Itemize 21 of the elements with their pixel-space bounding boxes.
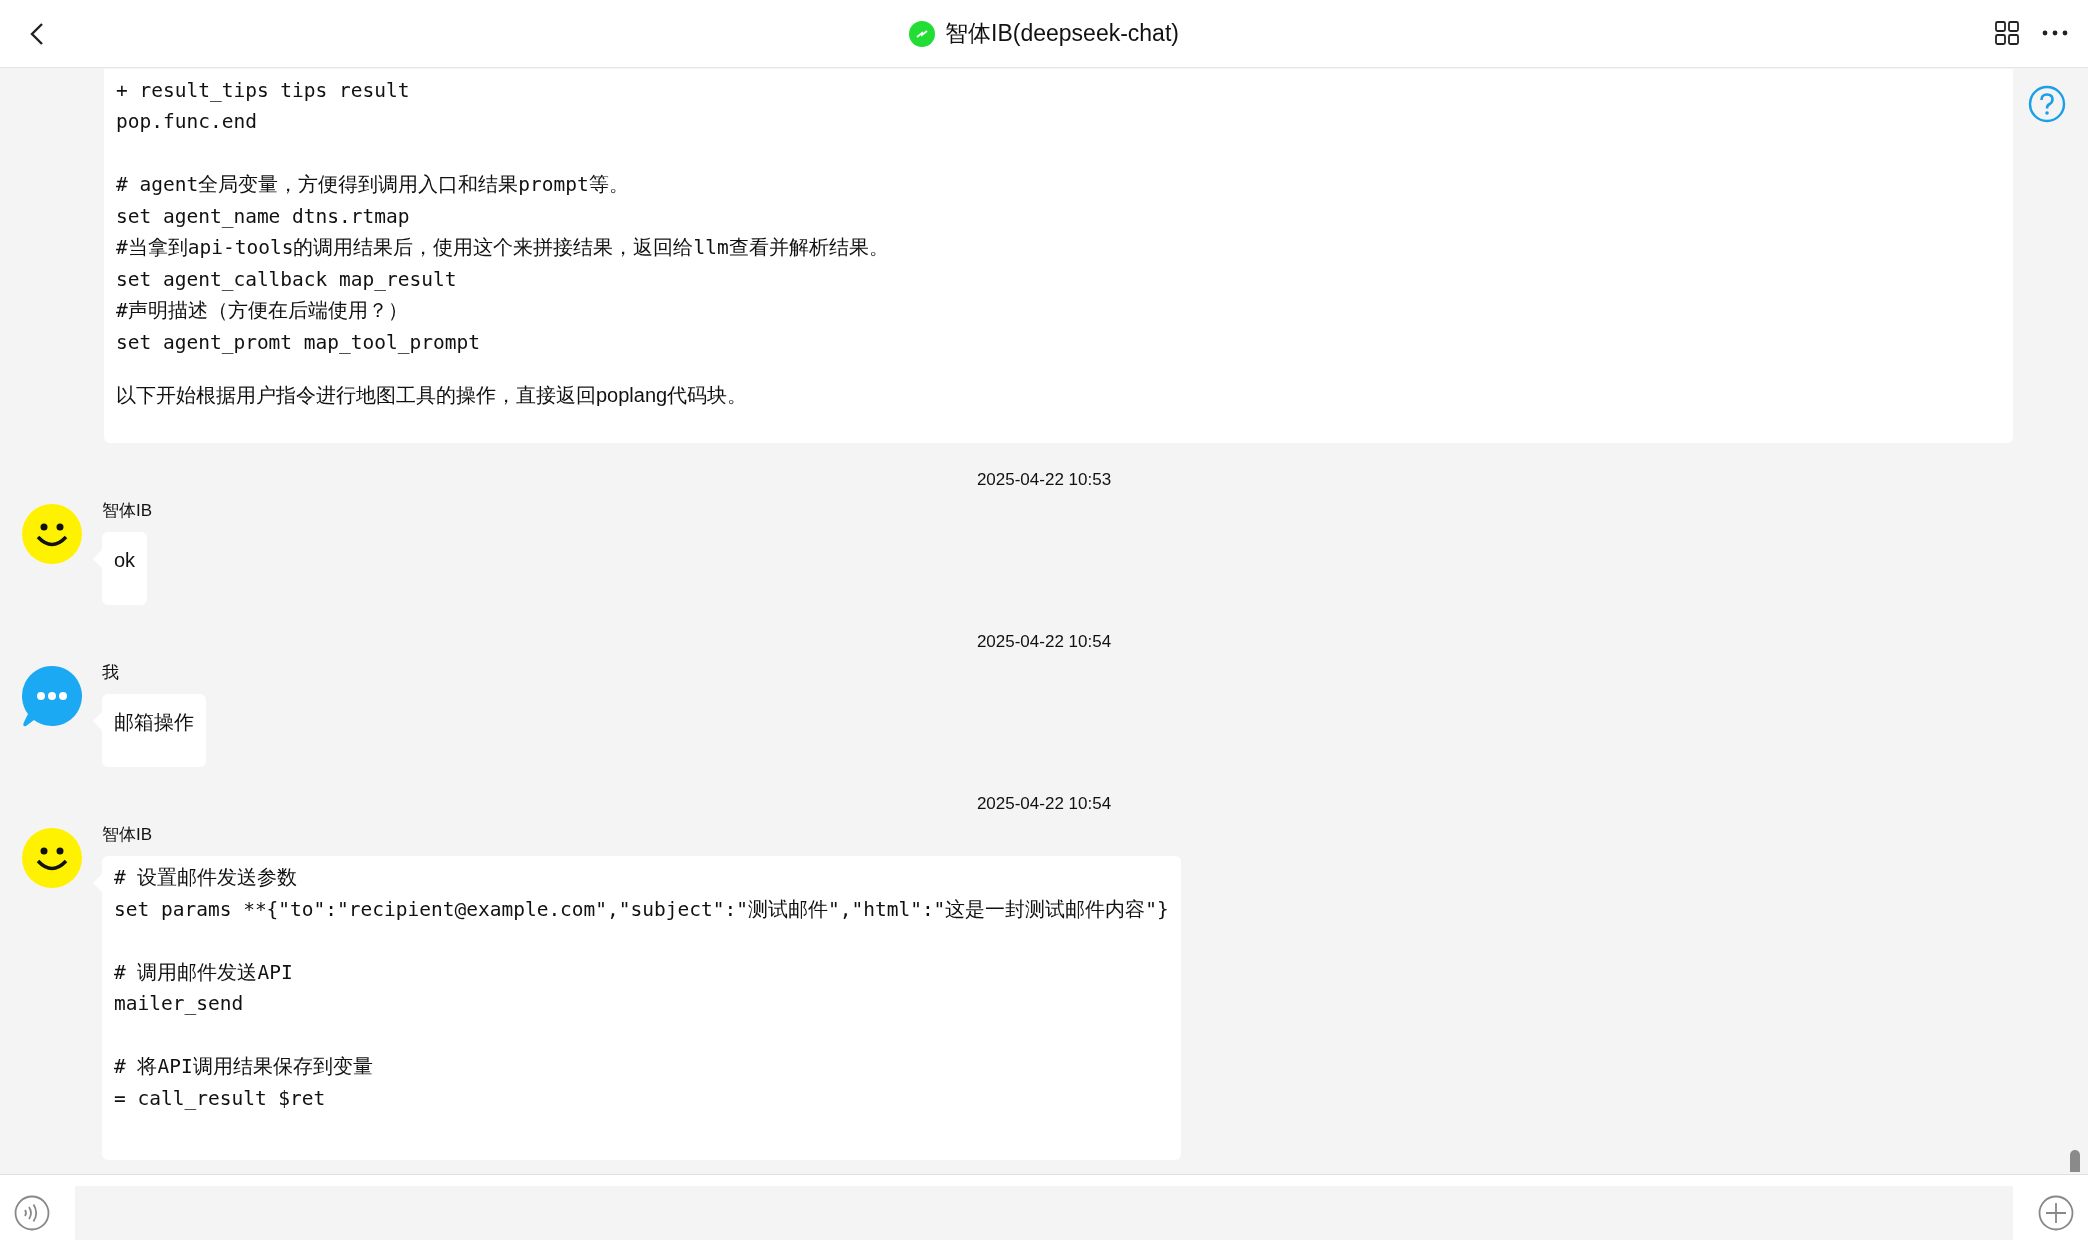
smiley-avatar-icon bbox=[22, 828, 82, 888]
help-icon[interactable] bbox=[2028, 85, 2066, 123]
sender-name: 智体IB bbox=[102, 824, 153, 846]
message-text: 以下开始根据用户指令进行地图工具的操作，直接返回poplang代码块。 bbox=[116, 383, 749, 408]
scrollbar-thumb[interactable] bbox=[2070, 1150, 2080, 1172]
more-icon[interactable] bbox=[2042, 29, 2068, 37]
timestamp: 2025-04-22 10:54 bbox=[975, 793, 1113, 815]
sender-name: 智体IB bbox=[102, 500, 153, 522]
timestamp: 2025-04-22 10:54 bbox=[975, 631, 1113, 653]
chat-bubble-avatar-icon bbox=[22, 666, 82, 728]
message-text: 邮箱操作 bbox=[114, 710, 194, 735]
timestamp: 2025-04-22 10:53 bbox=[975, 469, 1113, 491]
code-text: # 设置邮件发送参数 set params **{"to":"recipient@example.com","subject":"测试邮件","html":"这是一封测试邮件内容"} # 调用邮件发送API mailer_send # 将API调用结果保存到变量 = call_result $ret bbox=[114, 865, 1169, 1112]
smiley-avatar-icon bbox=[22, 504, 82, 564]
chat-title: 智体IB(deepseek-chat) bbox=[945, 19, 1179, 48]
sender-name: 我 bbox=[102, 662, 119, 684]
voice-icon[interactable] bbox=[14, 1195, 50, 1231]
message-text: ok bbox=[114, 548, 136, 573]
code-text: + result_tips tips result pop.func.end # agent全局变量，方便得到调用入口和结果prompt等。 set agent_name dtns.rtmap #当拿到api-tools的调用结果后，使用这个来拼接结果，返回给llm查看并解析结果。 set agent_callback map_result #声明描述（方便在后端使用？） set agent_promt map_tool_prompt bbox=[116, 77, 890, 356]
add-icon[interactable] bbox=[2038, 1195, 2074, 1231]
grid-icon[interactable] bbox=[1994, 20, 2020, 46]
